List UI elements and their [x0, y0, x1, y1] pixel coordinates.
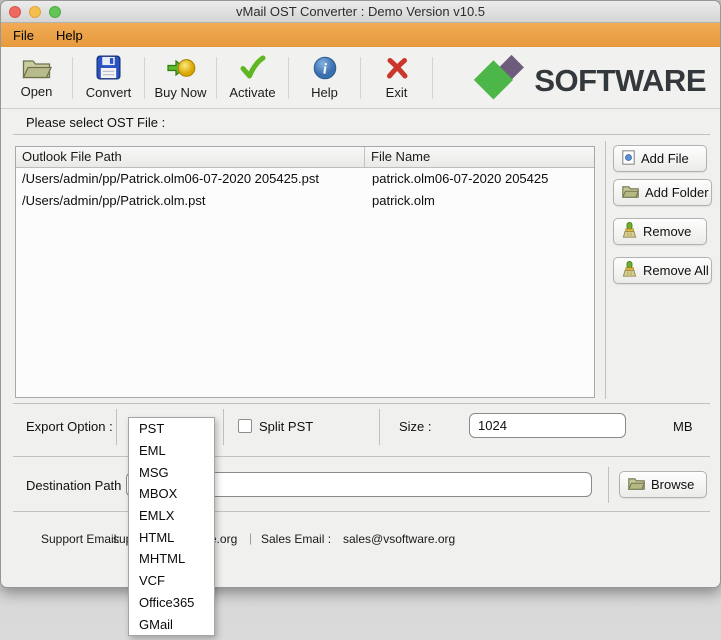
- sales-email-value: sales@vsoftware.org: [343, 532, 455, 546]
- table-row[interactable]: /Users/admin/pp/Patrick.olm.pst patrick.…: [16, 190, 594, 212]
- help-label: Help: [311, 85, 338, 100]
- file-list-table[interactable]: Outlook File Path File Name /Users/admin…: [15, 146, 595, 398]
- column-header-name: File Name: [365, 147, 594, 167]
- dropdown-option-office365[interactable]: Office365: [129, 592, 214, 614]
- add-file-label: Add File: [641, 151, 689, 166]
- logo-text: SOFTWARE: [534, 63, 706, 99]
- add-file-icon: [622, 150, 635, 168]
- divider: [223, 409, 224, 445]
- brush-icon: [622, 261, 637, 280]
- divider: [379, 409, 380, 445]
- dropdown-option-emlx[interactable]: EMLX: [129, 505, 214, 527]
- toolbar: Open Convert: [1, 47, 720, 109]
- app-window: vMail OST Converter : Demo Version v10.5…: [0, 0, 721, 588]
- size-label: Size :: [399, 419, 432, 434]
- dropdown-option-vcf[interactable]: VCF: [129, 570, 214, 592]
- remove-button[interactable]: Remove: [613, 218, 707, 245]
- file-name-cell: patrick.olm: [366, 190, 594, 212]
- arrow-coin-icon: [166, 56, 196, 83]
- column-header-path: Outlook File Path: [16, 147, 365, 167]
- divider: [605, 141, 606, 399]
- folder-icon: [628, 477, 645, 493]
- footer-separator: |: [249, 531, 252, 545]
- table-header: Outlook File Path File Name: [16, 147, 594, 168]
- buy-now-label: Buy Now: [154, 85, 206, 100]
- divider: [13, 134, 710, 135]
- info-circle-icon: i: [313, 56, 337, 83]
- brush-icon: [622, 222, 637, 241]
- convert-label: Convert: [86, 85, 132, 100]
- close-window-button[interactable]: [9, 6, 21, 18]
- remove-all-button[interactable]: Remove All: [613, 257, 712, 284]
- support-email-label: Support Email:: [41, 532, 120, 546]
- size-input[interactable]: [469, 413, 626, 438]
- remove-label: Remove: [643, 224, 691, 239]
- export-format-dropdown: PST EML MSG MBOX EMLX HTML MHTML VCF Off…: [128, 417, 215, 636]
- table-row[interactable]: /Users/admin/pp/Patrick.olm06-07-2020 20…: [16, 168, 594, 190]
- divider: [116, 409, 117, 445]
- destination-path-label: Destination Path :: [26, 478, 129, 493]
- dropdown-option-eml[interactable]: EML: [129, 440, 214, 462]
- add-folder-button[interactable]: Add Folder: [613, 179, 712, 206]
- minimize-window-button[interactable]: [29, 6, 41, 18]
- red-x-icon: [385, 56, 409, 83]
- menu-file[interactable]: File: [13, 28, 34, 43]
- split-pst-checkbox[interactable]: [238, 419, 252, 433]
- exit-label: Exit: [386, 85, 408, 100]
- exit-button[interactable]: Exit: [361, 50, 432, 106]
- file-path-cell: /Users/admin/pp/Patrick.olm06-07-2020 20…: [16, 168, 366, 190]
- file-path-cell: /Users/admin/pp/Patrick.olm.pst: [16, 190, 366, 212]
- browse-button[interactable]: Browse: [619, 471, 707, 498]
- divider: [13, 511, 710, 512]
- toolbar-separator: [432, 57, 433, 99]
- zoom-window-button[interactable]: [49, 6, 61, 18]
- folder-open-icon: [22, 56, 52, 82]
- divider: [13, 456, 710, 457]
- dropdown-option-pst[interactable]: PST: [129, 418, 214, 440]
- buy-now-button[interactable]: Buy Now: [145, 50, 216, 106]
- title-bar: vMail OST Converter : Demo Version v10.5: [1, 1, 720, 23]
- add-file-button[interactable]: Add File: [613, 145, 707, 172]
- help-button[interactable]: i Help: [289, 50, 360, 106]
- size-unit-label: MB: [673, 419, 693, 434]
- add-folder-label: Add Folder: [645, 185, 709, 200]
- dropdown-option-html[interactable]: HTML: [129, 526, 214, 548]
- remove-all-label: Remove All: [643, 263, 709, 278]
- file-name-cell: patrick.olm06-07-2020 205425: [366, 168, 594, 190]
- activate-button[interactable]: Activate: [217, 50, 288, 106]
- open-label: Open: [21, 84, 53, 99]
- divider: [608, 467, 609, 503]
- dropdown-option-mhtml[interactable]: MHTML: [129, 548, 214, 570]
- dropdown-option-msg[interactable]: MSG: [129, 461, 214, 483]
- dropdown-option-gmail[interactable]: GMail: [129, 613, 214, 635]
- dropdown-option-mbox[interactable]: MBOX: [129, 483, 214, 505]
- vsoftware-logo: SOFTWARE: [470, 53, 706, 108]
- activate-label: Activate: [229, 85, 275, 100]
- open-button[interactable]: Open: [1, 50, 72, 106]
- menu-help[interactable]: Help: [56, 28, 83, 43]
- menu-bar: File Help: [1, 23, 720, 47]
- export-option-label: Export Option :: [26, 419, 113, 434]
- browse-label: Browse: [651, 477, 694, 492]
- select-ost-label: Please select OST File :: [26, 115, 165, 130]
- green-check-icon: [239, 55, 266, 83]
- convert-button[interactable]: Convert: [73, 50, 144, 106]
- window-title: vMail OST Converter : Demo Version v10.5: [1, 1, 720, 23]
- split-pst-label: Split PST: [259, 419, 313, 434]
- folder-icon: [622, 185, 639, 201]
- divider: [13, 403, 710, 404]
- sales-email-label: Sales Email :: [261, 532, 331, 546]
- logo-diamonds-icon: [470, 53, 528, 108]
- floppy-disk-icon: [96, 55, 121, 83]
